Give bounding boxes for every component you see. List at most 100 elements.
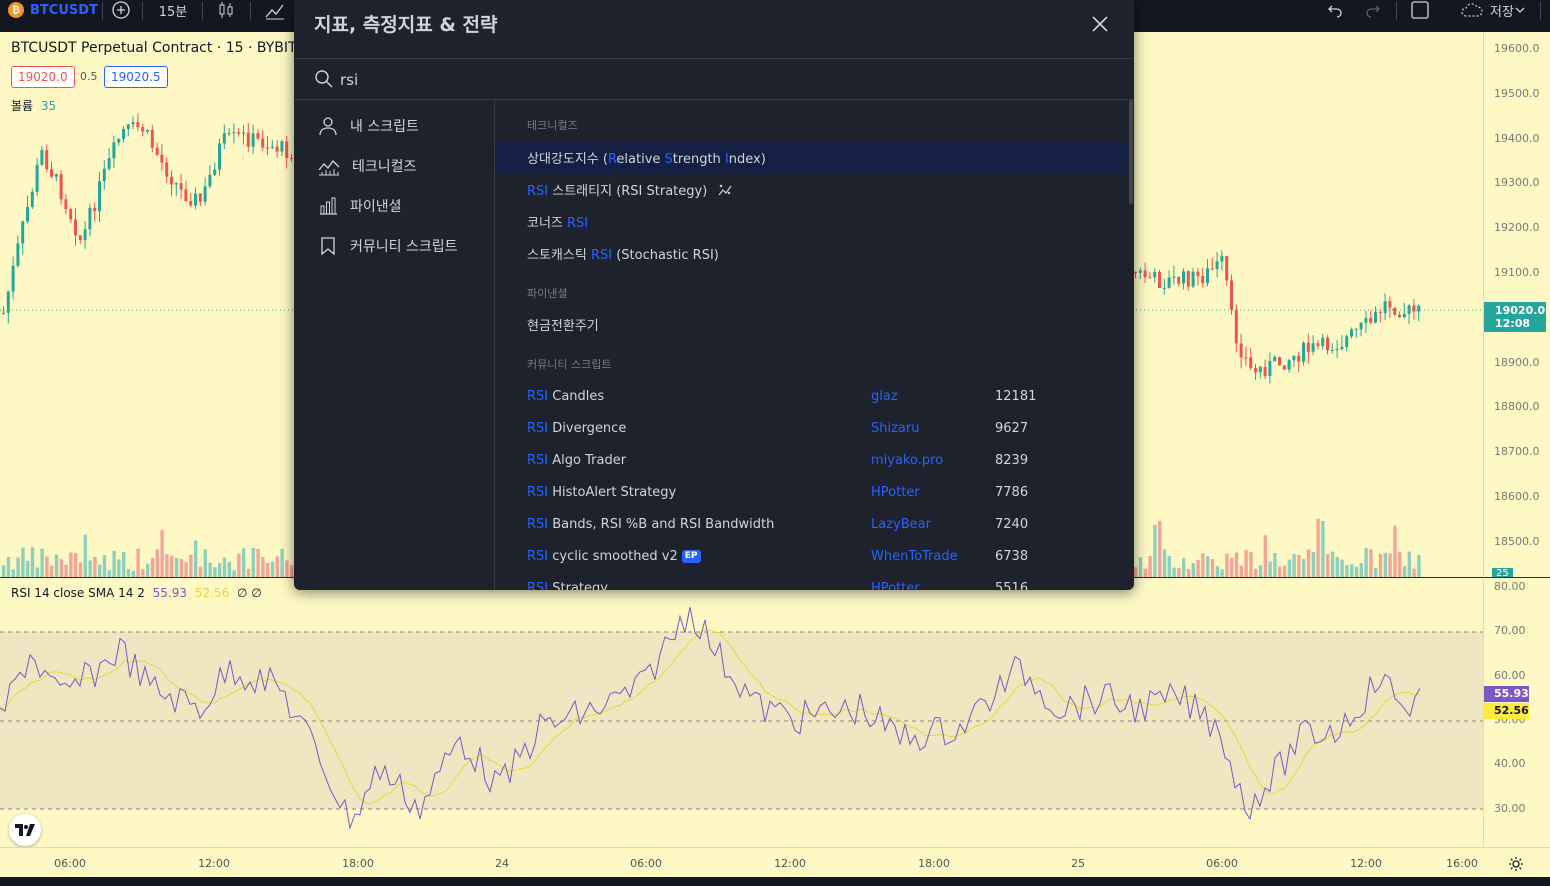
layout-icon [1411, 1, 1429, 19]
rsi-legend-value: 55.93 [152, 586, 188, 600]
community-row[interactable]: RSI Divergence Shizaru 9627 [495, 412, 1128, 444]
candle-body [136, 122, 140, 128]
candle-body [155, 147, 159, 155]
volume-bar [1412, 568, 1416, 577]
rsi-legend-name: RSI 14 close SMA 14 2 [11, 586, 145, 600]
candle-body [1191, 271, 1195, 287]
volume-bar [165, 554, 169, 577]
candle-body [179, 183, 183, 190]
volume-bar [1244, 550, 1248, 577]
compare-button[interactable] [110, 0, 132, 20]
time-axis[interactable]: 06:00 12:00 18:00 24 06:00 12:00 18:00 25 06:00 1… [0, 847, 1550, 877]
candle-body [83, 229, 87, 240]
rsi-chart [0, 607, 1483, 830]
divider [102, 2, 103, 20]
volume-bar [59, 559, 63, 577]
candle-body [1148, 277, 1152, 279]
result-item-stochastic-rsi[interactable]: 스토캐스틱 RSI (Stochastic RSI) [495, 237, 1128, 269]
community-row[interactable]: RSI Algo Trader miyako.pro 8239 [495, 444, 1128, 476]
close-icon [1092, 16, 1108, 32]
ask-price-box[interactable]: 19020.5 [104, 66, 168, 88]
volume-bar [93, 556, 97, 577]
price-tick-label: 18600.0 [1494, 490, 1540, 503]
volume-bar [218, 563, 222, 577]
volume-bar [160, 529, 164, 577]
layout-button[interactable] [1408, 0, 1432, 20]
result-author[interactable]: WhenToTrade [871, 549, 958, 564]
section-heading-technicals: 테크니컬즈 [527, 119, 578, 132]
sma-value-badge: 52.56 [1484, 703, 1529, 719]
last-price-badge: 19020.0 12:08 [1484, 302, 1546, 332]
result-author[interactable]: glaz [871, 389, 898, 404]
result-item-rsi-strategy[interactable]: RSI 스트래티지 (RSI Strategy) [495, 173, 1128, 205]
result-name: RSI HistoAlert Strategy [527, 484, 677, 500]
tradingview-logo[interactable] [9, 814, 41, 846]
result-item-connors-rsi[interactable]: 코너즈 RSI [495, 205, 1128, 237]
indicators-button[interactable] [262, 0, 288, 20]
result-item-cash-conversion-cycle[interactable]: 현금전환주기 [495, 308, 1128, 340]
candle-body [1364, 318, 1368, 323]
candle-body [1326, 337, 1329, 351]
community-row[interactable]: RSI HistoAlert Strategy HPotter 7786 [495, 476, 1128, 508]
results-scrollbar[interactable] [1129, 100, 1133, 204]
result-author[interactable]: HPotter [871, 581, 920, 591]
candle-body [1302, 342, 1305, 362]
candle-body [1186, 271, 1190, 287]
candle-body [131, 122, 135, 125]
close-button[interactable] [1088, 12, 1112, 36]
volume-bar [270, 561, 275, 577]
volume-bar [222, 557, 227, 577]
nav-item-my-scripts[interactable]: 내 스크립트 [294, 106, 494, 146]
interval-button[interactable]: 15분 [152, 0, 194, 20]
result-name: RSI 스트래티지 (RSI Strategy) [527, 180, 733, 199]
result-item-rsi[interactable]: 상대강도지수 (Relative Strength Index) [495, 141, 1128, 173]
candle-body [1153, 271, 1157, 278]
save-menu-button[interactable] [1512, 0, 1528, 20]
candle-body [174, 183, 178, 185]
candle-body [1249, 357, 1253, 369]
nav-item-financials[interactable]: 파이낸셜 [294, 186, 494, 226]
candle-body [1369, 318, 1373, 323]
price-axis[interactable]: 19600.0 19500.0 19400.0 19300.0 19200.0 19100… [1483, 32, 1550, 580]
community-row[interactable]: RSI Candles glaz 12181 [495, 380, 1128, 412]
volume-bar [1206, 556, 1210, 577]
bid-price-box[interactable]: 19020.0 [11, 66, 75, 88]
volume-bar [136, 548, 140, 577]
chart-type-button[interactable] [214, 0, 238, 20]
candle-body [242, 132, 245, 134]
rsi-pane[interactable]: RSI 14 close SMA 14 2 55.93 52.56 ∅ ∅ [0, 577, 1483, 847]
candle-body [50, 169, 53, 177]
dialog-title: 지표, 측정지표 & 전략 [314, 14, 498, 36]
nav-item-community-scripts[interactable]: 커뮤니티 스크립트 [294, 226, 494, 266]
time-tick-label: 25 [1071, 857, 1085, 870]
volume-bar [261, 556, 265, 577]
rsi-axis[interactable]: 80.00 70.00 60.00 50.00 40.00 30.00 55.93 52.… [1483, 577, 1550, 847]
candle-body [1167, 277, 1171, 288]
nav-item-technicals[interactable]: 테크니컬즈 [294, 146, 494, 186]
volume-bar [1398, 552, 1402, 577]
symbol-search-button[interactable]: ₿ BTCUSDT [8, 2, 98, 18]
candle-body [98, 181, 101, 212]
result-author[interactable]: Shizaru [871, 421, 919, 436]
settings-button[interactable] [1508, 856, 1524, 876]
result-author[interactable]: miyako.pro [871, 453, 943, 468]
community-row[interactable]: RSI cyclic smoothed v2 EP WhenToTrade 673… [495, 540, 1128, 572]
community-row[interactable]: RSI Strategy HPotter 5516 [495, 572, 1128, 591]
divider [250, 2, 251, 20]
volume-bar [98, 564, 102, 577]
volume-bar [184, 562, 188, 577]
volume-bar [122, 552, 126, 577]
undo-button[interactable] [1324, 0, 1346, 20]
redo-button[interactable] [1362, 0, 1384, 20]
volume-bar [189, 554, 193, 577]
candle-body [194, 193, 197, 206]
candle-body [1263, 366, 1267, 377]
candle-body [107, 158, 111, 169]
result-author[interactable]: LazyBear [871, 517, 931, 532]
result-author[interactable]: HPotter [871, 485, 920, 500]
candle-body [16, 243, 20, 266]
candle-body [40, 150, 44, 165]
community-row[interactable]: RSI Bands, RSI %B and RSI Bandwidth Lazy… [495, 508, 1128, 540]
search-input[interactable] [340, 65, 1100, 95]
volume-bar [1263, 535, 1267, 577]
